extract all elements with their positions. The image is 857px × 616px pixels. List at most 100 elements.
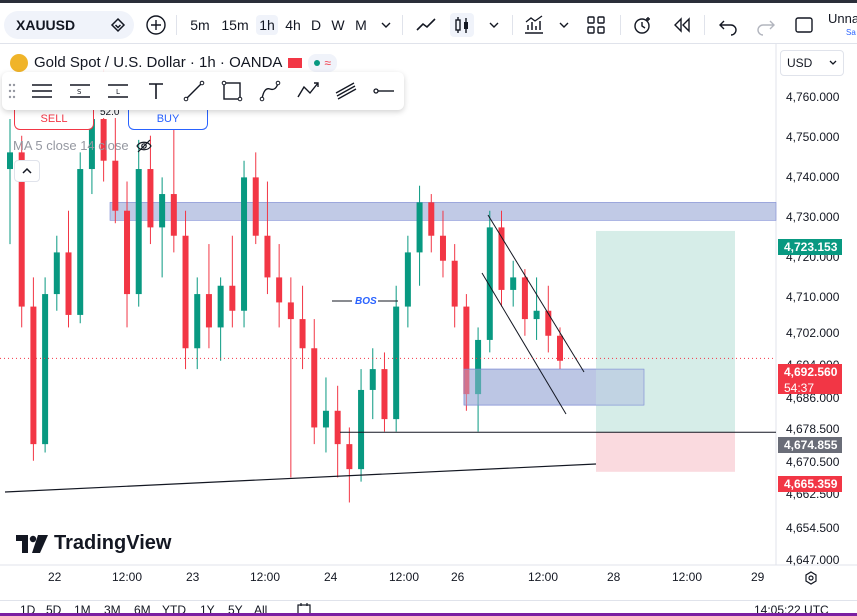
price-tick: 4,750.000 (786, 130, 840, 144)
bos-annotation[interactable]: BOS (355, 296, 377, 307)
candle-body (358, 389, 365, 470)
add-symbol-icon[interactable] (144, 13, 168, 37)
interval-15m[interactable]: 15m (218, 15, 252, 35)
path-tool-icon[interactable] (258, 79, 282, 103)
candle-body (241, 177, 248, 311)
ma-indicator-legend[interactable]: MA 5 close 14 close (13, 138, 129, 153)
current-price-label: 4,692.560 54:37 (778, 364, 842, 395)
price-tick: 4,670.500 (786, 455, 840, 469)
candle-body (77, 169, 84, 315)
polyline-tool-icon[interactable] (296, 79, 320, 103)
time-tick: 23 (186, 570, 200, 584)
candle-body (521, 277, 528, 320)
candle-body (30, 306, 37, 445)
current-price-value: 4,692.560 (784, 365, 838, 379)
candle-body (124, 210, 131, 295)
rectangle-tool-icon[interactable] (220, 79, 244, 103)
candle-body (229, 285, 236, 311)
toolbar-separator (402, 15, 403, 35)
time-tick: 26 (451, 570, 465, 584)
candles-icon[interactable] (450, 13, 474, 37)
interval-d[interactable]: D (308, 15, 324, 35)
symbol-search[interactable]: XAUUSD (4, 11, 134, 39)
price-tick: 4,654.500 (786, 521, 840, 535)
candle-body (311, 348, 318, 428)
layout-grid-icon[interactable] (584, 13, 608, 37)
candle-body (381, 369, 388, 420)
horizontal-lines-icon[interactable] (30, 79, 54, 103)
time-tick: 12:00 (672, 570, 703, 584)
indicators-icon[interactable] (522, 13, 546, 37)
candle-body (147, 169, 154, 228)
chevron-down-icon[interactable] (482, 13, 506, 37)
time-tick: 12:00 (528, 570, 559, 584)
stop-loss-price-label: 4,665.359 (778, 476, 842, 492)
market-flag-icon (288, 58, 303, 68)
candle-body (510, 277, 517, 290)
line-chart-icon[interactable] (414, 13, 438, 37)
trend-line-icon[interactable] (182, 79, 206, 103)
candle-body (217, 285, 224, 328)
alert-clock-icon[interactable] (630, 13, 654, 37)
candle-body (53, 252, 60, 295)
settings-icon[interactable] (803, 570, 819, 586)
eye-hidden-icon[interactable] (135, 138, 153, 154)
candle-body (65, 252, 72, 315)
user-name[interactable]: Unna (828, 11, 857, 26)
text-tool-icon[interactable] (144, 79, 168, 103)
user-status: Sa (846, 28, 856, 37)
resistance-line-icon[interactable]: L (106, 79, 130, 103)
candle-body (346, 444, 353, 470)
candle-body (393, 306, 400, 420)
fullscreen-icon[interactable] (792, 13, 816, 37)
candle-body (264, 235, 271, 278)
candle-body (451, 260, 458, 307)
interval-1h[interactable]: 1h (256, 15, 278, 35)
interval-w[interactable]: W (330, 15, 346, 35)
undo-icon[interactable] (716, 13, 740, 37)
candle-body (159, 194, 166, 228)
drawing-toolbar: S L (2, 72, 404, 110)
drag-handle-icon[interactable] (8, 82, 16, 100)
toolbar-separator (704, 15, 705, 35)
time-tick: 12:00 (389, 570, 420, 584)
redo-icon[interactable] (754, 13, 778, 37)
chevron-down-icon[interactable] (552, 13, 576, 37)
time-tick: 12:00 (250, 570, 281, 584)
candle-body (276, 277, 283, 303)
candle-body (7, 152, 13, 170)
candle-body (322, 410, 329, 428)
interval-4h[interactable]: 4h (282, 15, 304, 35)
chart-legend[interactable]: Gold Spot / U.S. Dollar · 1h · OANDA ≈ (10, 52, 344, 74)
candle-body (439, 235, 446, 261)
tradingview-logo[interactable]: TradingView (16, 532, 171, 555)
level-price-label: 4,674.855 (778, 437, 842, 453)
support-line-icon[interactable]: S (68, 79, 92, 103)
bar-countdown: 54:37 (784, 381, 815, 395)
svg-text:L: L (116, 88, 120, 96)
sell-button[interactable]: SELL (14, 108, 94, 130)
interval-m[interactable]: M (352, 15, 370, 35)
price-tick: 4,647.000 (786, 553, 840, 567)
market-open-icon (314, 60, 321, 66)
price-tick: 4,702.000 (786, 326, 840, 340)
time-tick: 22 (48, 570, 62, 584)
candle-body (170, 194, 177, 236)
collapse-legend-button[interactable] (14, 160, 40, 182)
interval-5m[interactable]: 5m (186, 15, 214, 35)
replay-icon[interactable] (670, 13, 694, 37)
time-tick: 28 (607, 570, 621, 584)
wave-icon: ≈ (324, 56, 332, 70)
candle-body (533, 310, 540, 320)
toolbar-separator (176, 15, 177, 35)
symbol-name: XAUUSD (16, 17, 76, 33)
parallel-channel-icon[interactable] (334, 79, 358, 103)
chevron-down-icon[interactable] (374, 13, 398, 37)
candle-body (287, 302, 294, 320)
horizontal-ray-icon[interactable] (372, 79, 396, 103)
currency-select[interactable]: USD (780, 50, 844, 76)
buy-button[interactable]: BUY (128, 108, 208, 130)
candle-body (416, 202, 423, 253)
candle-body (42, 294, 49, 445)
status-pill[interactable]: ≈ (308, 54, 338, 72)
